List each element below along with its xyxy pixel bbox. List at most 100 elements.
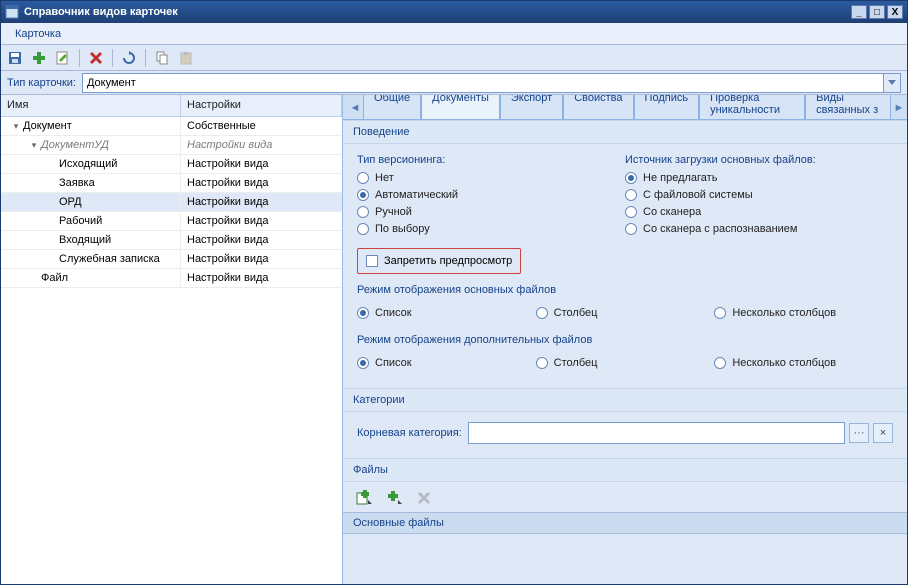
save-icon [7,50,23,66]
radio-icon [536,357,548,369]
type-field[interactable]: Документ [82,73,901,93]
tree-row[interactable]: ФайлНастройки вида [1,269,342,288]
forbid-preview-checkbox[interactable] [366,255,378,267]
tree-row[interactable]: ВходящийНастройки вида [1,231,342,250]
refresh-button[interactable] [119,48,139,68]
tab-0[interactable]: Общие [363,95,421,119]
files-toolbar [343,482,907,512]
add-button[interactable] [29,48,49,68]
save-button[interactable] [5,48,25,68]
extra-mode-option[interactable]: Столбец [536,357,715,369]
section-files-title: Файлы [343,458,907,482]
source-option[interactable]: С файловой системы [625,189,893,201]
edit-icon [55,50,71,66]
tree-node-name: Файл [41,272,68,284]
tab-3[interactable]: Свойства [563,95,633,119]
tree-row[interactable]: ▾ДокументУДНастройки вида [1,136,342,155]
edit-button[interactable] [53,48,73,68]
radio-icon [357,357,369,369]
tree-node-name: Рабочий [59,215,102,227]
main-mode-label: Режим отображения основных файлов [357,284,893,296]
tab-5[interactable]: Проверка уникальности [699,95,805,119]
col-settings[interactable]: Настройки [181,95,342,116]
tab-2[interactable]: Экспорт [500,95,563,119]
versioning-label: Ручной [375,206,412,218]
versioning-option[interactable]: Ручной [357,206,625,218]
root-category-browse[interactable]: ··· [849,423,869,443]
tree-node-name: Заявка [59,177,95,189]
main-mode-label: Столбец [554,307,598,319]
window-title: Справочник видов карточек [24,6,849,18]
root-category-input[interactable] [468,422,845,444]
tree-node-settings: Настройки вида [181,177,342,189]
tab-6[interactable]: Виды связанных з [805,95,891,119]
tab-scroll-right[interactable]: ► [891,97,907,119]
radio-icon [625,223,637,235]
tree-grid-body[interactable]: ▾ДокументСобственные▾ДокументУДНастройки… [1,117,342,584]
main-mode-option[interactable]: Список [357,307,536,319]
radio-icon [625,172,637,184]
tree-row[interactable]: ИсходящийНастройки вида [1,155,342,174]
versioning-option[interactable]: Нет [357,172,625,184]
main-mode-option[interactable]: Несколько столбцов [714,307,893,319]
menubar: Карточка [1,23,907,45]
close-button[interactable]: X [887,5,903,19]
extra-mode-label: Режим отображения дополнительных файлов [357,334,893,346]
maximize-button[interactable]: □ [869,5,885,19]
versioning-option[interactable]: По выбору [357,223,625,235]
source-label: С файловой системы [643,189,753,201]
paste-button[interactable] [176,48,196,68]
toolbar [1,45,907,71]
radio-icon [536,307,548,319]
tab-scroll-left[interactable]: ◄ [347,97,363,119]
file-add-button[interactable] [353,488,375,508]
tree-node-name: Исходящий [59,158,117,170]
tree-row[interactable]: ОРДНастройки вида [1,193,342,212]
tree-row[interactable]: РабочийНастройки вида [1,212,342,231]
radio-icon [357,189,369,201]
main-mode-option[interactable]: Столбец [536,307,715,319]
file-add-icon [355,490,373,506]
col-name[interactable]: Имя [1,95,181,116]
section-behavior-title: Поведение [343,120,907,144]
file-delete-button[interactable] [413,488,435,508]
extra-mode-option[interactable]: Список [357,357,536,369]
radio-icon [714,307,726,319]
tree-row[interactable]: Служебная запискаНастройки вида [1,250,342,269]
type-label: Тип карточки: [7,77,76,89]
tree-row[interactable]: Заявка Настройки вида [1,174,342,193]
root-category-clear[interactable]: × [873,423,893,443]
copy-button[interactable] [152,48,172,68]
file-add-alt-button[interactable] [383,488,405,508]
tree-toggle[interactable]: ▾ [29,140,39,151]
tree-row[interactable]: ▾Документ Собственные [1,117,342,136]
type-bar: Тип карточки: Документ [1,71,907,95]
tab-4[interactable]: Подпись [634,95,700,119]
tab-1[interactable]: Документы [421,95,500,119]
source-option[interactable]: Со сканера [625,206,893,218]
type-dropdown-button[interactable] [883,74,900,92]
grid-header: Имя Настройки [1,95,342,117]
tree-node-name: Служебная записка [59,253,160,265]
minimize-button[interactable]: _ [851,5,867,19]
tree-node-settings: Настройки вида [181,196,342,208]
extra-mode-option[interactable]: Несколько столбцов [714,357,893,369]
source-label: Со сканера с распознаванием [643,223,798,235]
radio-icon [625,189,637,201]
menu-karta[interactable]: Карточка [9,25,67,43]
source-option[interactable]: Со сканера с распознаванием [625,223,893,235]
tree-node-name: Документ [23,120,72,132]
forbid-preview-wrap: Запретить предпросмотр [357,248,521,274]
versioning-option[interactable]: Автоматический [357,189,625,201]
delete-icon [88,50,104,66]
tree-node-name: ДокументУД [41,139,109,151]
source-label: Источник загрузки основных файлов: [625,154,893,166]
tree-toggle[interactable]: ▾ [11,121,21,132]
delete-button[interactable] [86,48,106,68]
tree-node-settings: Собственные [181,120,342,132]
main-mode-label: Несколько столбцов [732,307,836,319]
root-category-label: Корневая категория: [357,427,462,439]
source-option[interactable]: Не предлагать [625,172,893,184]
versioning-label: Нет [375,172,394,184]
app-icon [5,5,19,19]
